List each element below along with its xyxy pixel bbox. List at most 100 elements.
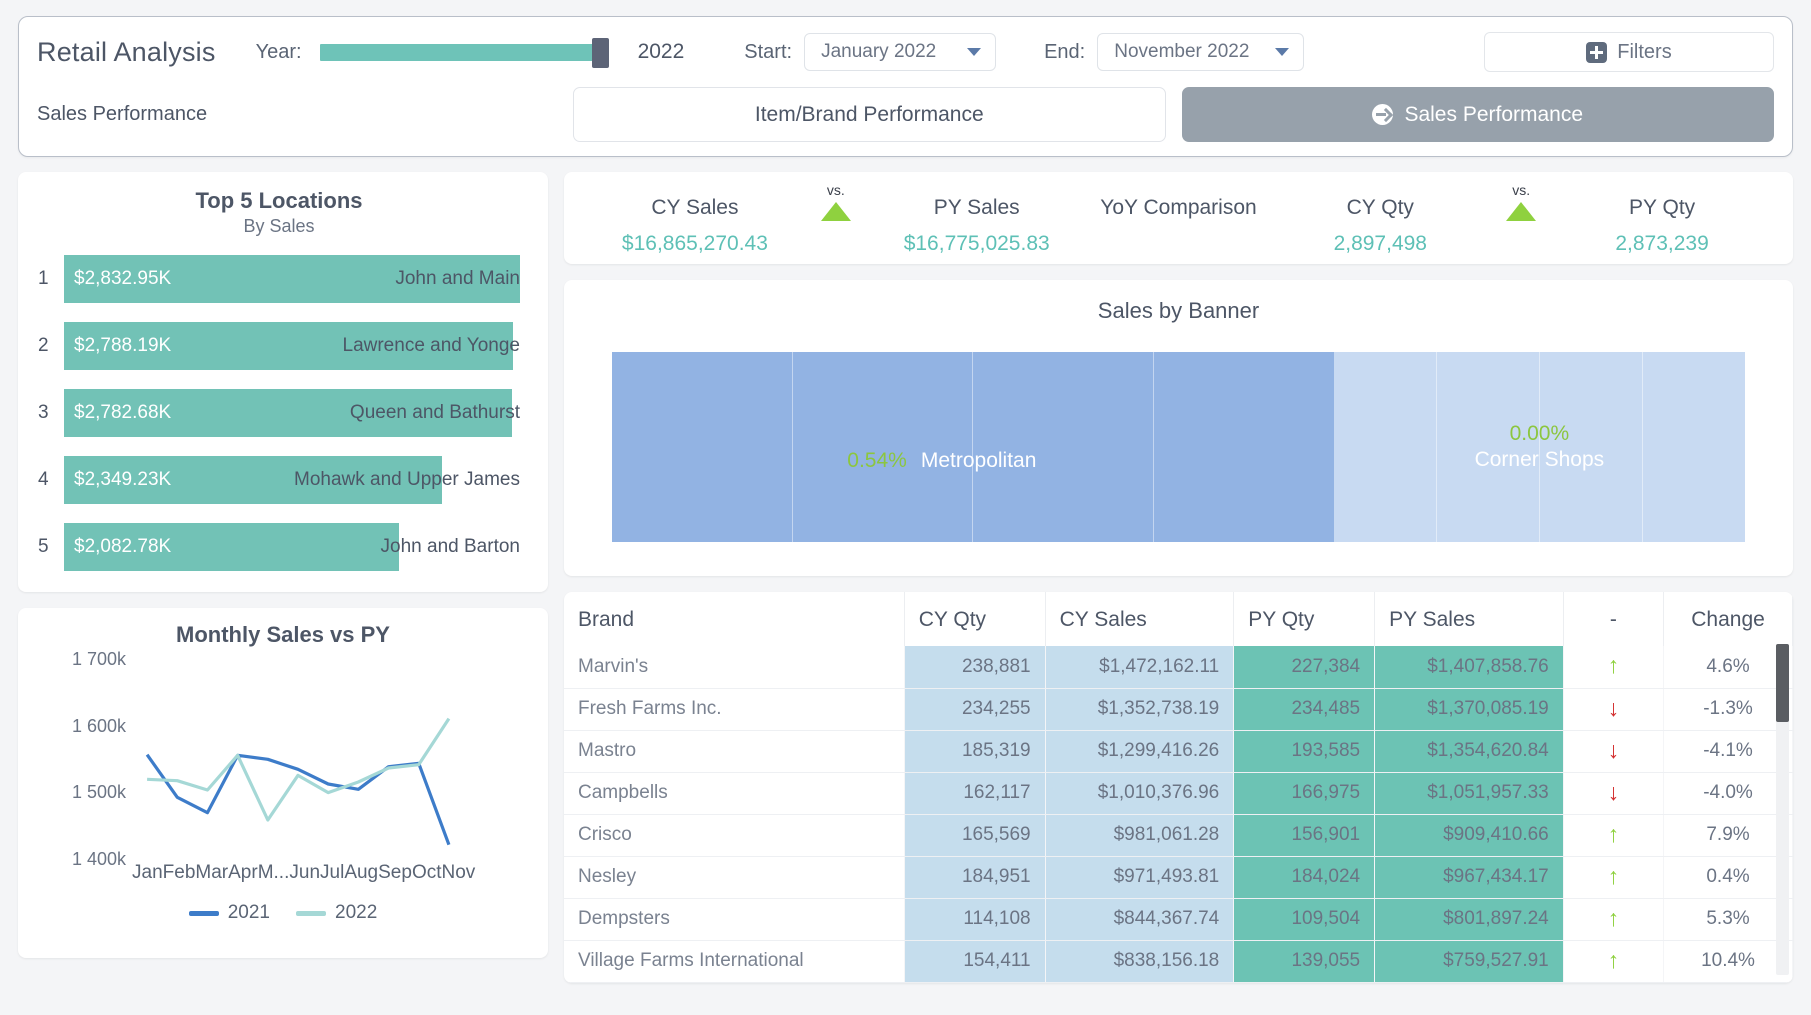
arrow-down-icon: ↓ <box>1608 779 1620 805</box>
top-locations-title: Top 5 Locations <box>38 188 520 214</box>
location-row[interactable]: 2$2,788.19KLawrence and Yonge <box>38 322 520 370</box>
table-column-header[interactable]: CY Sales <box>1045 592 1234 646</box>
filters-button[interactable]: Filters <box>1484 32 1774 72</box>
cell-direction: ↑ <box>1563 814 1663 856</box>
table-column-header[interactable]: PY Sales <box>1375 592 1564 646</box>
sales-by-banner-title: Sales by Banner <box>564 298 1793 324</box>
cell-brand: Village Farms International <box>564 940 904 982</box>
kpi-py-sales-label: PY Sales <box>876 196 1078 220</box>
location-bar-area: $2,788.19KLawrence and Yonge <box>64 322 520 370</box>
table-row[interactable]: Mastro185,319$1,299,416.26193,585$1,354,… <box>564 730 1793 772</box>
arrow-up-icon: ↑ <box>1608 947 1620 973</box>
cell-py-sales: $1,354,620.84 <box>1375 730 1564 772</box>
cell-py-qty: 166,975 <box>1234 772 1375 814</box>
location-rank: 2 <box>38 335 64 357</box>
table-row[interactable]: Nesley184,951$971,493.81184,024$967,434.… <box>564 856 1793 898</box>
cell-cy-qty: 162,117 <box>904 772 1045 814</box>
banner-treemap: 0.54% Metropolitan 0.00%Corner Shops <box>612 352 1745 542</box>
location-row[interactable]: 4$2,349.23KMohawk and Upper James <box>38 456 520 504</box>
arrow-up-icon: ↑ <box>1608 863 1620 889</box>
kpi-cy-sales-value: $16,865,270.43 <box>594 232 796 256</box>
location-bar-area: $2,782.68KQueen and Bathurst <box>64 389 520 437</box>
cell-change: 5.3% <box>1664 898 1793 940</box>
kpi-py-sales: PY Sales $16,775,025.83 <box>876 182 1078 256</box>
cell-direction: ↑ <box>1563 898 1663 940</box>
table-column-header[interactable]: - <box>1563 592 1663 646</box>
cell-cy-sales: $1,472,162.11 <box>1045 646 1234 688</box>
chevron-down-icon[interactable] <box>1275 48 1289 56</box>
cell-cy-qty: 114,108 <box>904 898 1045 940</box>
table-row[interactable]: Village Farms International154,411$838,1… <box>564 940 1793 982</box>
banner-segment[interactable]: 0.54% Metropolitan <box>612 352 1334 542</box>
kpi-py-sales-value: $16,775,025.83 <box>876 232 1078 256</box>
location-rank: 5 <box>38 536 64 558</box>
cell-direction: ↓ <box>1563 688 1663 730</box>
location-sales-value: $2,832.95K <box>74 268 171 290</box>
table-column-header[interactable]: Change <box>1664 592 1793 646</box>
location-rank: 1 <box>38 268 64 290</box>
cell-change: -4.1% <box>1664 730 1793 772</box>
banner-segment-label: 0.00%Corner Shops <box>1475 422 1605 472</box>
cell-cy-sales: $981,061.28 <box>1045 814 1234 856</box>
main-content: Top 5 Locations By Sales 1$2,832.95KJohn… <box>18 172 1793 983</box>
location-name: John and Barton <box>381 536 520 558</box>
cell-py-sales: $759,527.91 <box>1375 940 1564 982</box>
kpi-yoy-comparison: YoY Comparison <box>1078 182 1280 232</box>
x-axis-tick-label: Sep <box>378 862 412 884</box>
cell-py-sales: $1,051,957.33 <box>1375 772 1564 814</box>
tab-item-brand-performance[interactable]: Item/Brand Performance <box>573 87 1166 142</box>
table-row[interactable]: Dempsters114,108$844,367.74109,504$801,8… <box>564 898 1793 940</box>
start-label: Start: <box>744 41 792 64</box>
banner-segment-pct: 0.54% <box>847 449 907 473</box>
location-row[interactable]: 1$2,832.95KJohn and Main <box>38 255 520 303</box>
cell-cy-qty: 165,569 <box>904 814 1045 856</box>
banner-segment-name: Metropolitan <box>921 449 1037 473</box>
location-name: Queen and Bathurst <box>350 402 520 424</box>
x-axis-tick-label: Feb <box>163 862 196 884</box>
x-axis-tick-label: Aug <box>344 862 378 884</box>
location-bar-area: $2,082.78KJohn and Barton <box>64 523 520 571</box>
table-scrollbar-thumb[interactable] <box>1776 644 1789 722</box>
table-row[interactable]: Marvin's238,881$1,472,162.11227,384$1,40… <box>564 646 1793 688</box>
cell-cy-sales: $971,493.81 <box>1045 856 1234 898</box>
triangle-up-icon <box>1506 202 1536 221</box>
location-bar-area: $2,349.23KMohawk and Upper James <box>64 456 520 504</box>
table-row[interactable]: Fresh Farms Inc.234,255$1,352,738.19234,… <box>564 688 1793 730</box>
table-column-header[interactable]: PY Qty <box>1234 592 1375 646</box>
end-month-select[interactable]: November 2022 <box>1097 33 1304 71</box>
kpi-qty-trend: vs. <box>1481 182 1561 221</box>
location-sales-value: $2,788.19K <box>74 335 171 357</box>
chevron-down-icon[interactable] <box>967 48 981 56</box>
cell-cy-sales: $1,010,376.96 <box>1045 772 1234 814</box>
line-plot <box>132 660 464 860</box>
cell-py-sales: $909,410.66 <box>1375 814 1564 856</box>
arrow-down-icon: ↓ <box>1608 695 1620 721</box>
table-row[interactable]: Campbells162,117$1,010,376.96166,975$1,0… <box>564 772 1793 814</box>
arrow-up-icon: ↑ <box>1608 652 1620 678</box>
cell-py-qty: 156,901 <box>1234 814 1375 856</box>
year-slider-track[interactable] <box>320 44 602 61</box>
location-row[interactable]: 3$2,782.68KQueen and Bathurst <box>38 389 520 437</box>
y-axis-labels: 1 400k1 500k1 600k1 700k <box>40 660 126 860</box>
cell-py-qty: 234,485 <box>1234 688 1375 730</box>
location-row[interactable]: 5$2,082.78KJohn and Barton <box>38 523 520 571</box>
x-axis-tick-label: Oct <box>412 862 442 884</box>
kpi-cy-qty-label: CY Qty <box>1279 196 1481 220</box>
page-title: Retail Analysis <box>37 37 216 68</box>
table-row[interactable]: Crisco165,569$981,061.28156,901$909,410.… <box>564 814 1793 856</box>
start-month-select[interactable]: January 2022 <box>804 33 996 71</box>
legend-item[interactable]: 2021 <box>189 902 270 924</box>
arrow-up-icon: ↑ <box>1608 905 1620 931</box>
header-panel: Retail Analysis Year: 2022 Start: Januar… <box>18 16 1793 157</box>
table-column-header[interactable]: Brand <box>564 592 904 646</box>
x-axis-tick-label: M... <box>258 862 290 884</box>
table-column-header[interactable]: CY Qty <box>904 592 1045 646</box>
legend-item[interactable]: 2022 <box>296 902 377 924</box>
year-slider[interactable] <box>320 35 620 69</box>
year-slider-handle[interactable] <box>592 38 609 68</box>
cell-direction: ↑ <box>1563 940 1663 982</box>
banner-segment[interactable]: 0.00%Corner Shops <box>1334 352 1745 542</box>
line-chart-svg <box>132 660 464 860</box>
tab-sales-performance[interactable]: Sales Performance <box>1182 87 1775 142</box>
banner-segment-pct: 0.00% <box>1475 422 1605 446</box>
